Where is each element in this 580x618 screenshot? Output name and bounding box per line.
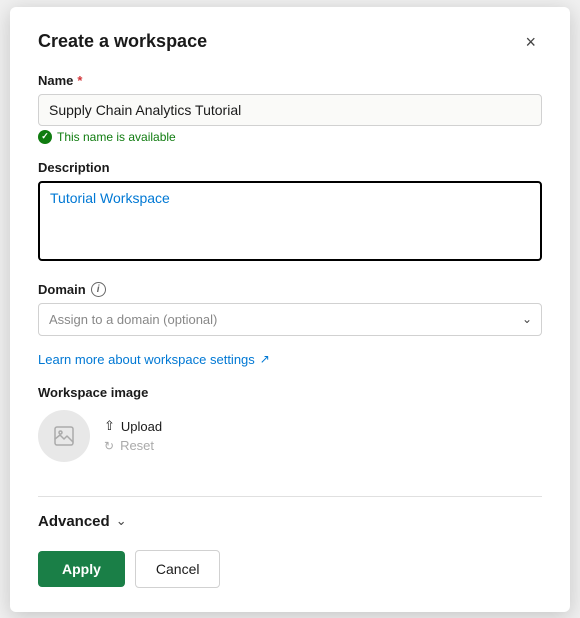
image-controls: ⇧ Upload ↻ Reset — [38, 410, 542, 462]
learn-more-link[interactable]: Learn more about workspace settings ↗ — [38, 352, 542, 367]
image-placeholder — [38, 410, 90, 462]
reset-icon: ↻ — [104, 439, 114, 453]
upload-icon: ⇧ — [104, 418, 115, 434]
description-label: Description — [38, 160, 542, 175]
image-placeholder-icon — [52, 424, 76, 448]
workspace-image-label: Workspace image — [38, 385, 542, 400]
name-label: Name * — [38, 73, 542, 88]
domain-info-icon: i — [91, 282, 106, 297]
domain-select-wrapper: Assign to a domain (optional) ⌄ — [38, 303, 542, 336]
apply-button[interactable]: Apply — [38, 551, 125, 587]
modal-title: Create a workspace — [38, 31, 207, 52]
image-actions: ⇧ Upload ↻ Reset — [104, 418, 162, 453]
description-textarea[interactable]: Tutorial Workspace — [38, 181, 542, 261]
section-divider — [38, 496, 542, 497]
advanced-chevron-icon: ⌄ — [116, 513, 127, 529]
modal-header: Create a workspace × — [38, 31, 542, 53]
required-indicator: * — [77, 73, 82, 88]
reset-button[interactable]: ↻ Reset — [104, 438, 162, 453]
availability-message: ✓ This name is available — [38, 130, 542, 144]
create-workspace-modal: Create a workspace × Name * ✓ This name … — [10, 7, 570, 612]
advanced-section[interactable]: Advanced ⌄ — [38, 513, 542, 530]
advanced-label: Advanced — [38, 513, 110, 530]
description-field-group: Description Tutorial Workspace — [38, 160, 542, 266]
domain-label: Domain i — [38, 282, 542, 297]
domain-select[interactable]: Assign to a domain (optional) — [38, 303, 542, 336]
availability-icon: ✓ — [38, 130, 52, 144]
close-button[interactable]: × — [519, 31, 542, 53]
external-link-icon: ↗ — [260, 352, 270, 366]
footer-actions: Apply Cancel — [38, 550, 542, 588]
workspace-image-section: Workspace image ⇧ Upload ↻ Reset — [38, 385, 542, 462]
name-input[interactable] — [38, 94, 542, 126]
upload-button[interactable]: ⇧ Upload — [104, 418, 162, 434]
domain-field-group: Domain i Assign to a domain (optional) ⌄ — [38, 282, 542, 336]
name-field-group: Name * ✓ This name is available — [38, 73, 542, 144]
cancel-button[interactable]: Cancel — [135, 550, 221, 588]
